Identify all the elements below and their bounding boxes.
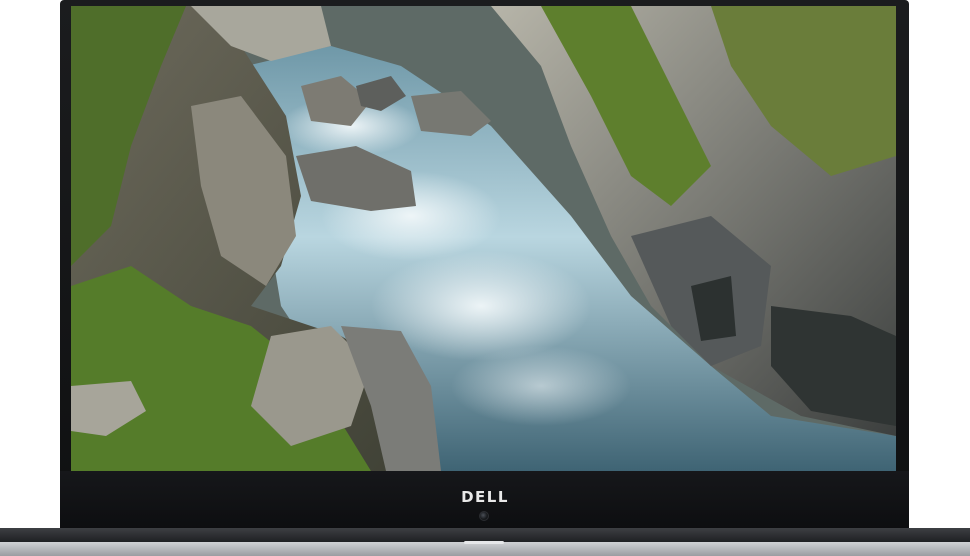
brand-logo: DELL [461, 488, 509, 506]
hinge [0, 528, 970, 542]
canyon-river-image [71, 6, 896, 471]
screen-wallpaper [71, 6, 896, 471]
lid-notch [464, 541, 504, 544]
webcam [479, 511, 489, 521]
laptop-base [0, 542, 970, 556]
